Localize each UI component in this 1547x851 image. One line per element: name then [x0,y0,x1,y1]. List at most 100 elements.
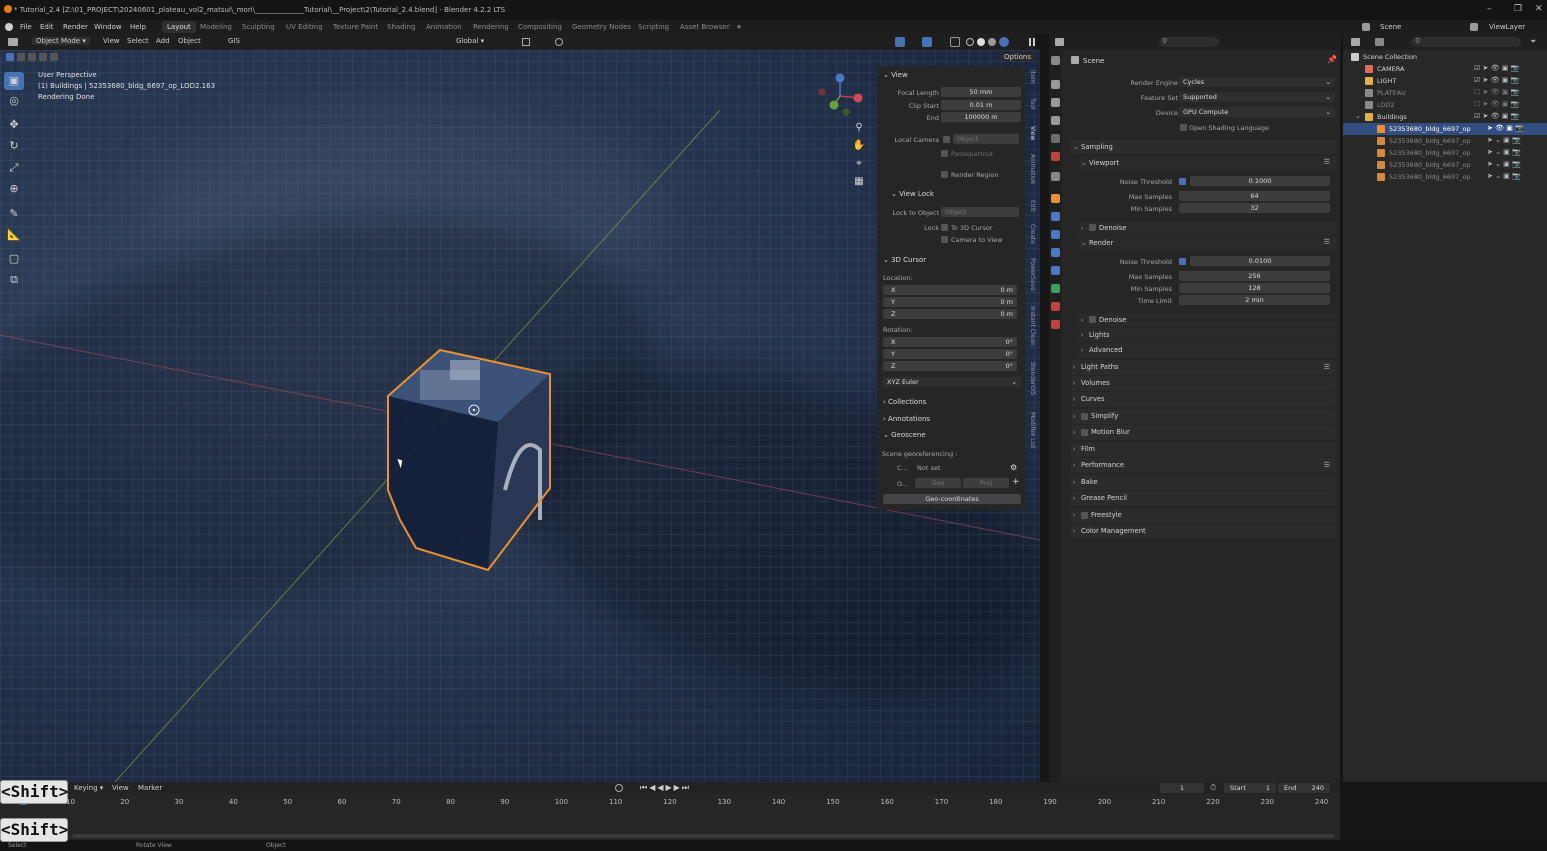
annotations-panel-header[interactable]: › Annotations [883,415,930,423]
time-limit-field[interactable]: 2 min [1179,295,1330,305]
film-panel[interactable]: › Film [1071,442,1336,457]
view-panel-header[interactable]: ⌄ View [883,71,908,79]
add-workspace-button[interactable]: + [736,23,742,31]
viewport-menu-view[interactable]: View [103,37,120,45]
select-mode-intersect-icon[interactable] [50,53,58,61]
tab-sculpting[interactable]: Sculpting [242,23,275,31]
tab-layout[interactable]: Layout [162,21,196,33]
scene-selector[interactable]: Scene [1380,23,1401,31]
render-engine-dropdown[interactable]: Cycles ⌄ [1179,77,1335,87]
end-frame-field[interactable]: End 240 [1278,783,1330,793]
gear-icon[interactable]: ⚙ [1010,463,1017,472]
timeline-menu-marker[interactable]: Marker [138,784,162,792]
gizmo-toggle-icon[interactable] [895,37,905,47]
clip-start-field[interactable]: 0.01 m [941,100,1021,110]
osl-checkbox[interactable] [1180,124,1187,131]
viewport-noise-threshold-field[interactable]: 0.1000 [1190,176,1330,186]
viewport-menu-add[interactable]: Add [156,37,170,45]
sidebar-tab-modifier-list[interactable]: Modifier List [1029,412,1036,449]
outliner-object-row[interactable]: 52353680_bldg_6697_op ➤ ⌄ ▣ 📷 [1343,171,1547,183]
view-layer-icon[interactable] [1470,23,1478,31]
timeline-menu-view[interactable]: View [112,784,129,792]
world-properties-tab-icon[interactable] [1051,152,1060,161]
tab-asset-browser[interactable]: Asset Browser [680,23,730,31]
xray-toggle-icon[interactable] [950,37,960,47]
render-max-samples-field[interactable]: 256 [1179,271,1330,281]
curves-panel[interactable]: › Curves [1071,392,1336,407]
object-properties-tab-icon[interactable] [1051,194,1060,203]
gizmo-x-axis[interactable] [853,93,863,103]
tab-animation[interactable]: Animation [426,23,462,31]
tab-compositing[interactable]: Compositing [518,23,562,31]
clip-end-field[interactable]: 100000 m [941,112,1021,122]
current-frame-field[interactable]: 1 [1160,783,1204,793]
collections-panel-header[interactable]: › Collections [883,398,926,406]
freestyle-panel[interactable]: › Freestyle [1071,508,1336,523]
physics-properties-tab-icon[interactable] [1051,248,1060,257]
sidebar-tab-powersave[interactable]: PowerSave [1029,258,1036,291]
rotation-mode-dropdown[interactable]: XYZ Euler ⌄ [883,377,1021,387]
add-cube-tool-icon[interactable]: ▢ [4,250,24,268]
texture-properties-tab-icon[interactable] [1051,320,1060,329]
tab-shading[interactable]: Shading [387,23,415,31]
collection-properties-tab-icon[interactable] [1051,172,1060,181]
3d-cursor-panel-header[interactable]: ⌄ 3D Cursor [883,256,926,264]
outliner-item-camera[interactable]: CAMERA ☑ ➤ 👁 ▣ 📷 [1343,63,1547,75]
camera-to-view-checkbox[interactable] [941,236,948,243]
proportional-edit-icon[interactable] [555,38,563,46]
editor-type-icon[interactable] [8,38,18,46]
visibility-icons[interactable]: ☑ ➤ 👁 ▣ 📷 [1474,112,1519,120]
measure-tool-icon[interactable]: 📐 [4,226,24,244]
cursor-z-field[interactable]: Z 0 m [883,309,1017,319]
lock-to-object-field[interactable]: Object [941,207,1019,217]
tab-rendering[interactable]: Rendering [473,23,509,31]
render-preset-list-icon[interactable]: ☰ [1324,238,1330,246]
outliner-item-light[interactable]: LIGHT ☑ ➤ 👁 ▣ 📷 [1343,75,1547,87]
visibility-icons[interactable]: ➤ ⌄ ▣ 📷 [1487,160,1521,168]
local-camera-field[interactable]: Object [953,134,1019,144]
passepartout-checkbox[interactable] [941,150,948,157]
lock-to-3d-cursor-checkbox[interactable] [941,224,948,231]
navigation-gizmo[interactable] [818,73,863,116]
render-denoise-subpanel[interactable]: › Denoise [1079,313,1336,327]
sidebar-tab-view[interactable]: View [1029,126,1036,140]
tab-modeling[interactable]: Modeling [200,23,232,31]
light-paths-panel[interactable]: › Light Paths ☰ [1071,360,1336,375]
tab-scripting[interactable]: Scripting [638,23,669,31]
cursor-y-field[interactable]: Y 0 m [883,297,1017,307]
blender-menu-icon[interactable] [5,23,13,31]
viewport-noise-threshold-checkbox[interactable] [1179,178,1186,185]
auto-keying-icon[interactable] [615,784,623,792]
properties-search-input[interactable] [1159,37,1219,47]
view-lock-panel-header[interactable]: ⌄ View Lock [891,190,934,198]
motion-blur-panel[interactable]: › Motion Blur [1071,425,1336,440]
select-mode-new-icon[interactable] [6,53,14,61]
minimize-button[interactable]: – [1487,4,1492,14]
scene-icon[interactable] [1362,23,1370,31]
volumes-panel[interactable]: › Volumes [1071,376,1336,391]
shading-material-icon[interactable] [988,38,996,46]
tab-uv-editing[interactable]: UV Editing [286,23,323,31]
menu-edit[interactable]: Edit [40,23,54,31]
device-dropdown[interactable]: GPU Compute ⌄ [1179,107,1335,117]
sidebar-tab-item[interactable]: Item [1029,70,1036,84]
local-camera-checkbox[interactable] [943,136,950,143]
shading-solid-icon[interactable] [977,38,985,46]
outliner-display-mode-icon[interactable] [1375,38,1384,46]
visibility-icons[interactable]: ➤ 👁 ▣ 📷 [1487,124,1524,132]
material-properties-tab-icon[interactable] [1051,302,1060,311]
color-management-panel[interactable]: › Color Management [1071,524,1336,539]
tool-properties-tab-icon[interactable] [1051,56,1060,65]
visibility-icons[interactable]: ☐ ➤ 👁 ▣ 📷 [1474,100,1519,108]
pin-icon[interactable]: 📌 [1327,55,1337,64]
outliner-object-row[interactable]: 52353680_bldg_6697_op ➤ ⌄ ▣ 📷 [1343,135,1547,147]
properties-editor-type-icon[interactable] [1055,38,1064,46]
select-mode-invert-icon[interactable] [39,53,47,61]
timeline-scrollbar[interactable] [72,834,1334,838]
particles-properties-tab-icon[interactable] [1051,230,1060,239]
outliner-item-plateau[interactable]: PLATEAU ☐ ➤ 👁 ▣ 📷 [1343,87,1547,99]
simplify-panel[interactable]: › Simplify [1071,409,1336,424]
constraints-properties-tab-icon[interactable] [1051,266,1060,275]
sidebar-tab-create[interactable]: Create [1029,224,1036,244]
performance-preset-icon[interactable]: ☰ [1324,461,1330,469]
